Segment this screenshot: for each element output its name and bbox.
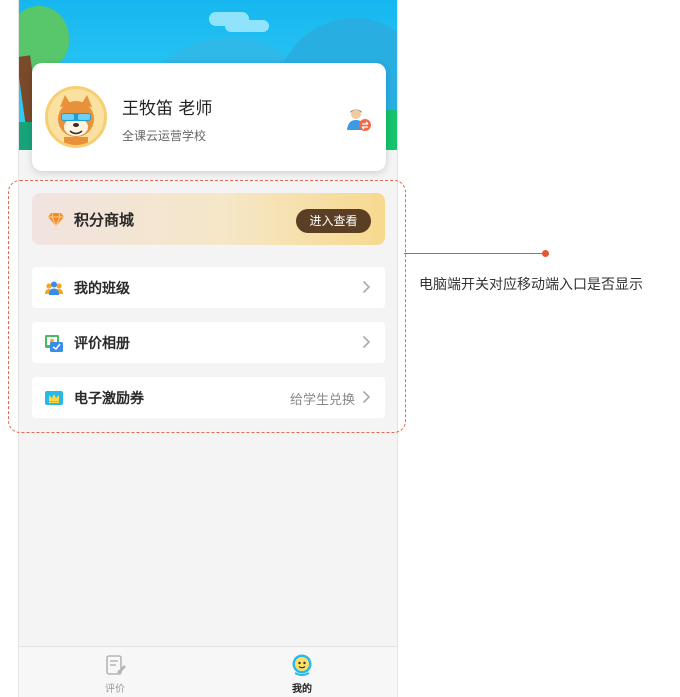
shiba-dog-avatar-icon [58, 95, 94, 145]
annotation-connector-line [404, 253, 545, 254]
bottom-tab-bar: 评价 我的 [19, 646, 397, 697]
teacher-name: 王牧笛 老师 [122, 99, 213, 119]
annotation-text: 电脑端开关对应移动端入口是否显示 [419, 277, 643, 293]
avatar[interactable] [45, 86, 107, 148]
school-name: 全课云运营学校 [122, 129, 207, 143]
evaluate-icon [106, 655, 126, 675]
tab-mine[interactable]: 我的 [272, 653, 332, 695]
tab-label: 评价 [105, 684, 125, 695]
profile-card: 王牧笛 老师 全课云运营学校 [32, 63, 386, 171]
highlight-region-outline [8, 180, 406, 433]
tab-label: 我的 [292, 684, 312, 695]
mine-icon [292, 654, 312, 676]
annotation-connector-dot [542, 250, 549, 257]
switch-role-icon[interactable] [344, 105, 372, 133]
tab-evaluate[interactable]: 评价 [85, 653, 145, 695]
